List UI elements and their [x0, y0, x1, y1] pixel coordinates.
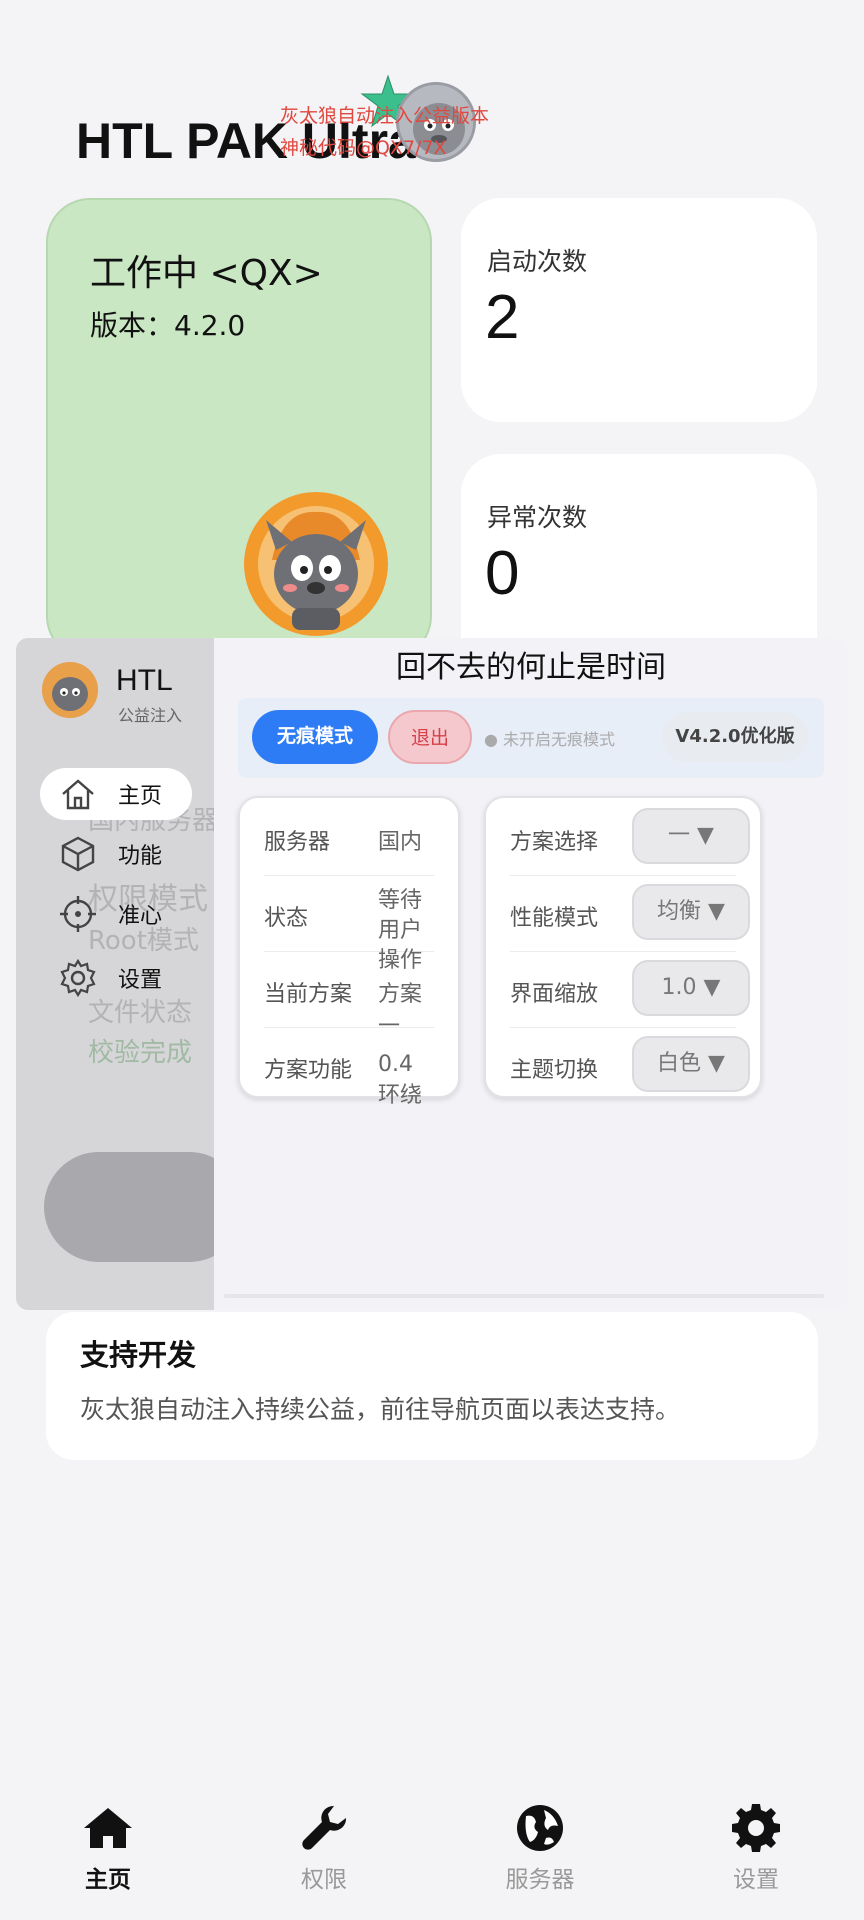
info-key: 方案功能 [264, 1058, 353, 1083]
sidebar-item-label: 功能 [118, 844, 163, 869]
cube-icon [61, 836, 95, 872]
launch-count-label: 启动次数 [487, 247, 588, 276]
version-badge: V4.2.0优化版 [662, 712, 808, 762]
info-value: 0.4环绕 [378, 1052, 423, 1108]
plan-select[interactable]: 一 ▼ [632, 808, 750, 864]
tab-label: 设置 [733, 1867, 779, 1893]
setting-label: 主题切换 [510, 1058, 599, 1083]
overlay-scroll-track[interactable] [224, 1294, 824, 1298]
status-card: 工作中 <QX> 版本：4.2.0 [46, 198, 432, 660]
status-title: 工作中 <QX> [90, 253, 323, 294]
home-icon [62, 779, 94, 810]
settings-panel: 方案选择 一 ▼ 性能模式 均衡 ▼ 界面缩放 1.0 ▼ 主题切换 白色 ▼ [484, 796, 762, 1098]
bottom-nav: 主页 权限 服务器 设置 [0, 1800, 864, 1920]
theme-select[interactable]: 白色 ▼ [632, 1036, 750, 1092]
floating-menu: 国内服务器 权限模式 Root模式 文件状态 校验完成 HTL 公益注入 主页 … [16, 638, 848, 1310]
support-card[interactable]: 支持开发 灰太狼自动注入持续公益，前往导航页面以表达支持。 [46, 1312, 818, 1460]
ghost-text: 校验完成 [88, 1038, 193, 1068]
sidebar-avatar [42, 662, 98, 718]
setting-row-scale: 界面缩放 1.0 ▼ [510, 952, 750, 1028]
sidebar-item-label: 主页 [118, 784, 163, 809]
sidebar-item-function[interactable]: 功能 [40, 828, 192, 880]
watermark-line-2: 神秘代码@QX7/7X [280, 137, 447, 159]
tab-label: 服务器 [505, 1867, 575, 1893]
info-key: 当前方案 [264, 982, 353, 1007]
sidebar-brand: HTL [116, 664, 173, 697]
error-count-value: 0 [485, 539, 520, 608]
sidebar-item-crosshair[interactable]: 准心 [40, 888, 192, 940]
crosshair-icon [60, 896, 96, 932]
support-title: 支持开发 [80, 1338, 197, 1372]
gear-icon [732, 1804, 780, 1852]
watermark-line-1: 灰太狼自动注入公益版本 [280, 105, 490, 127]
tab-home[interactable]: 主页 [38, 1800, 178, 1910]
setting-label: 界面缩放 [510, 982, 599, 1007]
setting-label: 方案选择 [510, 830, 599, 855]
info-key: 状态 [264, 906, 309, 931]
tab-label: 主页 [85, 1867, 131, 1893]
exit-button[interactable]: 退出 [388, 710, 472, 764]
setting-label: 性能模式 [510, 906, 599, 931]
info-key: 服务器 [264, 830, 331, 855]
info-row-plan-feature: 方案功能 0.4环绕 [264, 1028, 434, 1108]
launch-count-card: 启动次数 2 [461, 198, 817, 422]
scale-select[interactable]: 1.0 ▼ [632, 960, 750, 1016]
tab-label: 权限 [301, 1867, 347, 1893]
wrench-icon [302, 1805, 347, 1850]
mode-bar: 无痕模式 退出 ● 未开启无痕模式 V4.2.0优化版 [238, 698, 824, 778]
overlay-main: 回不去的何止是时间 无痕模式 退出 ● 未开启无痕模式 V4.2.0优化版 服务… [214, 638, 848, 1310]
globe-icon [517, 1805, 563, 1851]
sidebar-subtitle: 公益注入 [118, 706, 183, 725]
info-value: 国内 [378, 830, 423, 855]
info-row-plan: 当前方案 方案一 [264, 952, 434, 1039]
sidebar-item-settings[interactable]: 设置 [40, 952, 192, 1004]
setting-row-performance: 性能模式 均衡 ▼ [510, 876, 750, 952]
sidebar-item-label: 准心 [118, 904, 163, 929]
overlay-title: 回不去的何止是时间 [396, 650, 666, 685]
home-icon [84, 1808, 132, 1848]
support-text: 灰太狼自动注入持续公益，前往导航页面以表达支持。 [80, 1395, 681, 1424]
setting-row-plan: 方案选择 一 ▼ [510, 800, 750, 876]
error-count-label: 异常次数 [487, 503, 588, 532]
performance-select[interactable]: 均衡 ▼ [632, 884, 750, 940]
sidebar-item-label: 设置 [118, 968, 163, 993]
wolf-mascot-icon [244, 492, 388, 636]
overlay-sidebar: 国内服务器 权限模式 Root模式 文件状态 校验完成 HTL 公益注入 主页 … [16, 638, 244, 1310]
info-row-server: 服务器 国内 [264, 800, 434, 876]
stealth-mode-button[interactable]: 无痕模式 [252, 710, 378, 764]
tab-settings[interactable]: 设置 [686, 1800, 826, 1910]
setting-row-theme: 主题切换 白色 ▼ [510, 1028, 750, 1104]
status-version: 版本：4.2.0 [90, 309, 246, 342]
launch-count-value: 2 [485, 283, 520, 352]
stealth-status: ● 未开启无痕模式 [484, 730, 616, 749]
info-row-status: 状态 等待用户操作 [264, 876, 434, 973]
tab-permissions[interactable]: 权限 [254, 1800, 394, 1910]
gear-icon [60, 958, 96, 998]
sidebar-item-home[interactable]: 主页 [40, 768, 192, 820]
watermark: 灰太狼自动注入公益版本 神秘代码@QX7/7X [280, 100, 489, 164]
tab-server[interactable]: 服务器 [470, 1800, 610, 1910]
info-panel: 服务器 国内 状态 等待用户操作 当前方案 方案一 方案功能 0.4环绕 [238, 796, 460, 1108]
